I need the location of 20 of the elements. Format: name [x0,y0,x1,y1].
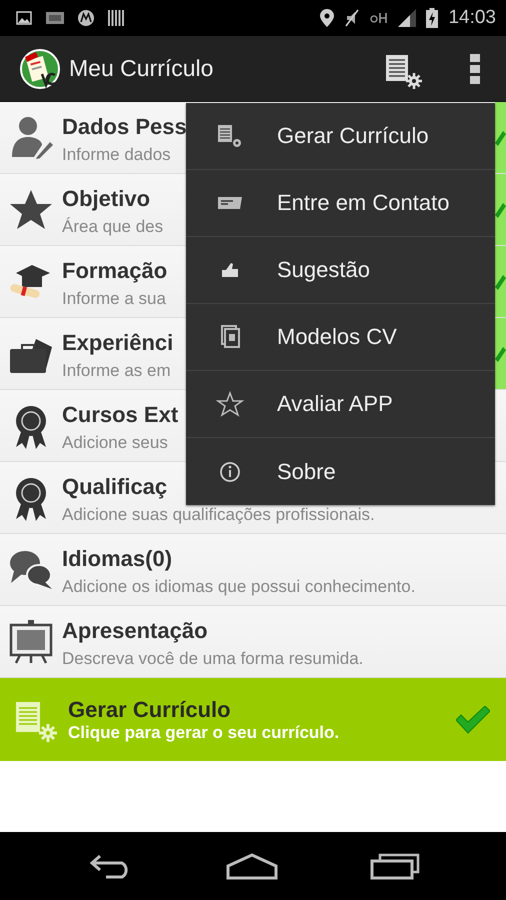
section-title: Qualificaç [62,474,168,500]
section-title: Dados Pess [62,114,187,140]
banner-title: Gerar Currículo [68,696,232,722]
section-description: Descreva você de uma forma resumida. [62,648,364,670]
section-title: Formação [62,258,168,284]
section-title: Objetivo [62,186,150,212]
app-title: Meu Currículo [69,55,214,82]
section-description: Informe a sua [62,288,166,310]
clock-time: 14:03 [448,7,496,29]
banner-description: Clique para gerar o seu currículo. [68,722,340,742]
section-title: Experiênci [62,330,174,356]
section-description: Área que des [62,216,164,238]
section-description: Informe dados [62,144,171,166]
section-title: Idiomas(0) [62,546,172,572]
section-description: Informe as em [62,360,171,382]
section-description: Adicione suas qualificações profissionais. [62,504,375,526]
section-description: Adicione seus [62,432,168,454]
section-description: Adicione os idiomas que possui conhecimento. [62,576,416,598]
section-title: Apresentação [62,618,208,644]
section-title: Cursos Ext [62,402,178,428]
